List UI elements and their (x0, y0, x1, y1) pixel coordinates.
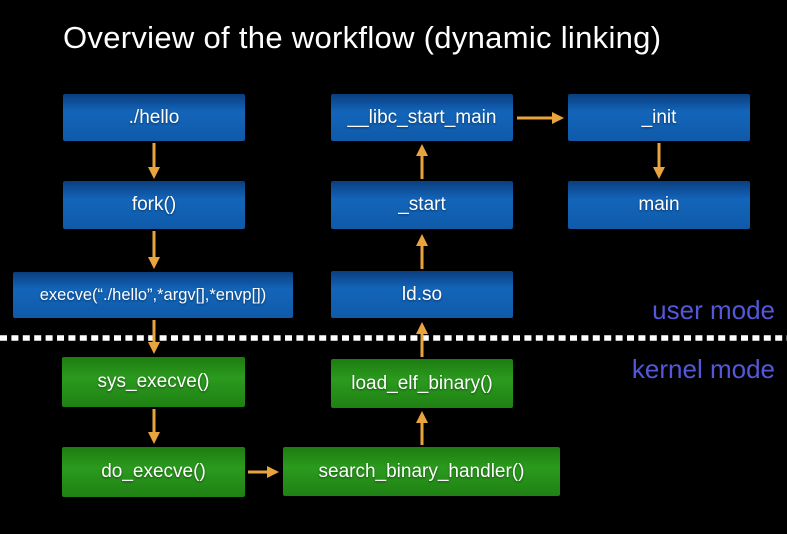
node-execve-label: execve(“./hello”,*argv[],*envp[]) (39, 285, 267, 304)
node-fork: fork() (63, 181, 245, 229)
node-ldso-label: ld.so (401, 283, 443, 305)
node-init-label: _init (641, 106, 677, 128)
node-execve: execve(“./hello”,*argv[],*envp[]) (13, 272, 293, 318)
node-sys-execve-label: sys_execve() (97, 371, 210, 392)
node-main: main (568, 181, 750, 229)
node-sys-execve: sys_execve() (62, 357, 245, 407)
node-start: _start (331, 181, 513, 229)
node-load-elf-binary: load_elf_binary() (331, 359, 513, 408)
node-hello: ./hello (63, 94, 245, 141)
node-init: _init (568, 94, 750, 141)
node-libc-start-main-label: __libc_start_main (347, 106, 497, 128)
node-start-label: _start (398, 194, 446, 215)
node-main-label: main (638, 194, 680, 215)
node-load-elf-binary-label: load_elf_binary() (351, 372, 493, 394)
slide: Overview of the workflow (dynamic linkin… (0, 0, 787, 534)
node-do-execve: do_execve() (62, 447, 245, 497)
node-do-execve-label: do_execve() (101, 461, 206, 482)
node-search-binary-handler: search_binary_handler() (283, 447, 560, 496)
node-hello-label: ./hello (128, 106, 180, 128)
node-search-binary-handler-label: search_binary_handler() (318, 460, 525, 482)
kernel-mode-label: kernel mode (631, 354, 775, 384)
node-ldso: ld.so (331, 271, 513, 318)
node-fork-label: fork() (131, 194, 177, 215)
node-libc-start-main: __libc_start_main (331, 94, 513, 141)
user-mode-label: user mode (652, 295, 775, 325)
